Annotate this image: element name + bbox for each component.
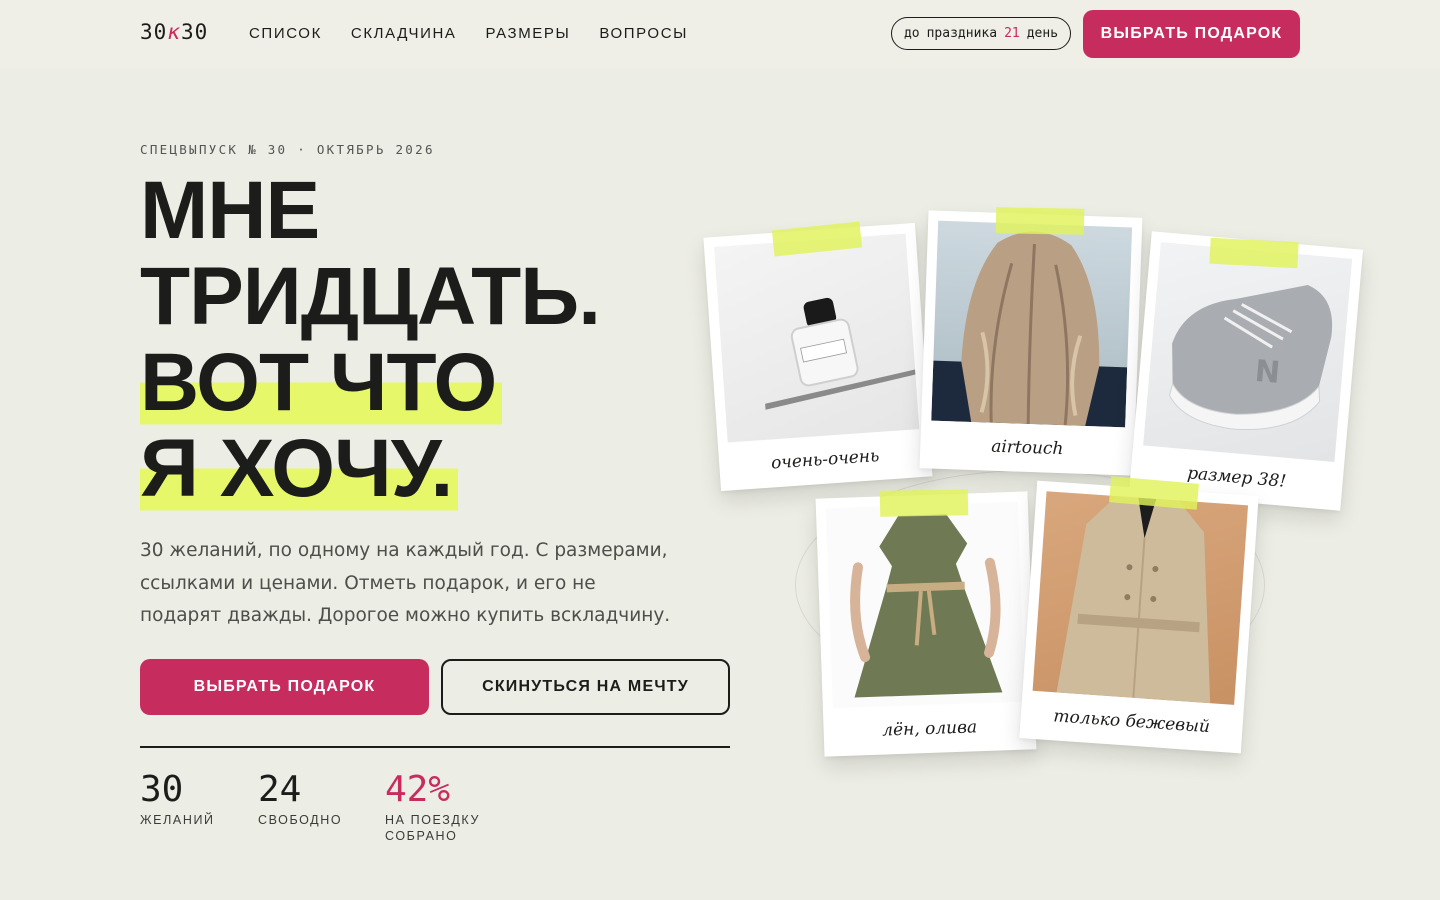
stats-divider	[140, 746, 730, 748]
hair-photo	[931, 220, 1133, 428]
headline-line-1: МНЕ	[140, 165, 320, 256]
gift-collage: очень-очень airtouch N размер 38! лён, о…	[700, 190, 1390, 790]
sneaker-icon: N	[1169, 285, 1333, 431]
countdown-unit: день	[1026, 26, 1059, 41]
chip-in-button[interactable]: СКИНУТЬСЯ НА МЕЧТУ	[441, 659, 730, 715]
polaroid-trench[interactable]: только бежевый	[1019, 480, 1259, 754]
perfume-photo	[714, 233, 920, 443]
nav-link-list[interactable]: СПИСОК	[249, 25, 322, 42]
header-choose-gift-button[interactable]: ВЫБРАТЬ ПОДАРОК	[1083, 10, 1300, 58]
hero-lead: 30 желаний, по одному на каждый год. С р…	[140, 540, 671, 626]
tape-strip	[1209, 237, 1299, 269]
site-header: 30к30 СПИСОК СКЛАДЧИНА РАЗМЕРЫ ВОПРОСЫ д…	[0, 0, 1440, 68]
issue-kicker: СПЕЦВЫПУСК № 30 · ОКТЯБРЬ 2026	[140, 142, 435, 157]
tape-strip	[995, 207, 1085, 235]
nav-link-sizes[interactable]: РАЗМЕРЫ	[486, 25, 571, 42]
headline-line-2: ТРИДЦАТЬ.	[140, 251, 601, 342]
headline-line-3: ВОТ ЧТО	[140, 337, 503, 428]
main-nav: СПИСОК СКЛАДЧИНА РАЗМЕРЫ ВОПРОСЫ	[249, 25, 688, 42]
long-hair-icon	[931, 231, 1128, 428]
perfume-bottle-icon	[765, 297, 920, 410]
polaroid-hair[interactable]: airtouch	[919, 210, 1143, 476]
choose-gift-button[interactable]: ВЫБРАТЬ ПОДАРОК	[140, 659, 429, 715]
sneaker-photo: N	[1143, 242, 1353, 463]
stat-free: 24 СВОБОДНО	[258, 768, 368, 828]
olive-dress-icon	[850, 514, 1003, 698]
polaroid-dress[interactable]: лён, олива	[815, 491, 1037, 757]
stat-wishes: 30 ЖЕЛАНИЙ	[140, 768, 250, 828]
svg-text:N: N	[1253, 354, 1281, 391]
nav-link-pool[interactable]: СКЛАДЧИНА	[351, 25, 457, 42]
stat-value: 30	[140, 769, 184, 810]
page-title: МНЕ ТРИДЦАТЬ. ВОТ ЧТО Я ХОЧУ.	[140, 165, 700, 514]
countdown-days: 21	[1004, 26, 1020, 41]
stat-value: 42%	[385, 769, 451, 810]
dress-photo	[825, 501, 1025, 709]
polaroid-caption: airtouch	[990, 436, 1064, 460]
trench-photo	[1032, 491, 1249, 705]
polaroid-caption: лён, олива	[881, 717, 978, 741]
polaroid-perfume[interactable]: очень-очень	[703, 222, 933, 492]
polaroid-caption: только бежевый	[1052, 706, 1211, 738]
polaroid-caption: очень-очень	[770, 445, 880, 474]
nav-link-faq[interactable]: ВОПРОСЫ	[599, 25, 688, 42]
stat-label: НА ПОЕЗДКУ СОБРАНО	[385, 813, 480, 843]
countdown-badge: до праздника 21 день	[891, 17, 1071, 50]
tape-strip	[879, 489, 969, 517]
stat-label: СВОБОДНО	[258, 813, 343, 827]
polaroid-sneaker[interactable]: N размер 38!	[1128, 231, 1364, 511]
beige-trench-icon	[1056, 496, 1211, 704]
logo[interactable]: 30к30	[140, 20, 208, 44]
countdown-label: праздника	[926, 26, 998, 41]
stat-label: ЖЕЛАНИЙ	[140, 813, 215, 827]
stat-trip-progress: 42% НА ПОЕЗДКУ СОБРАНО	[385, 768, 495, 844]
headline-line-4: Я ХОЧУ.	[140, 423, 459, 514]
stat-value: 24	[258, 769, 302, 810]
countdown-prefix: до	[903, 26, 920, 41]
